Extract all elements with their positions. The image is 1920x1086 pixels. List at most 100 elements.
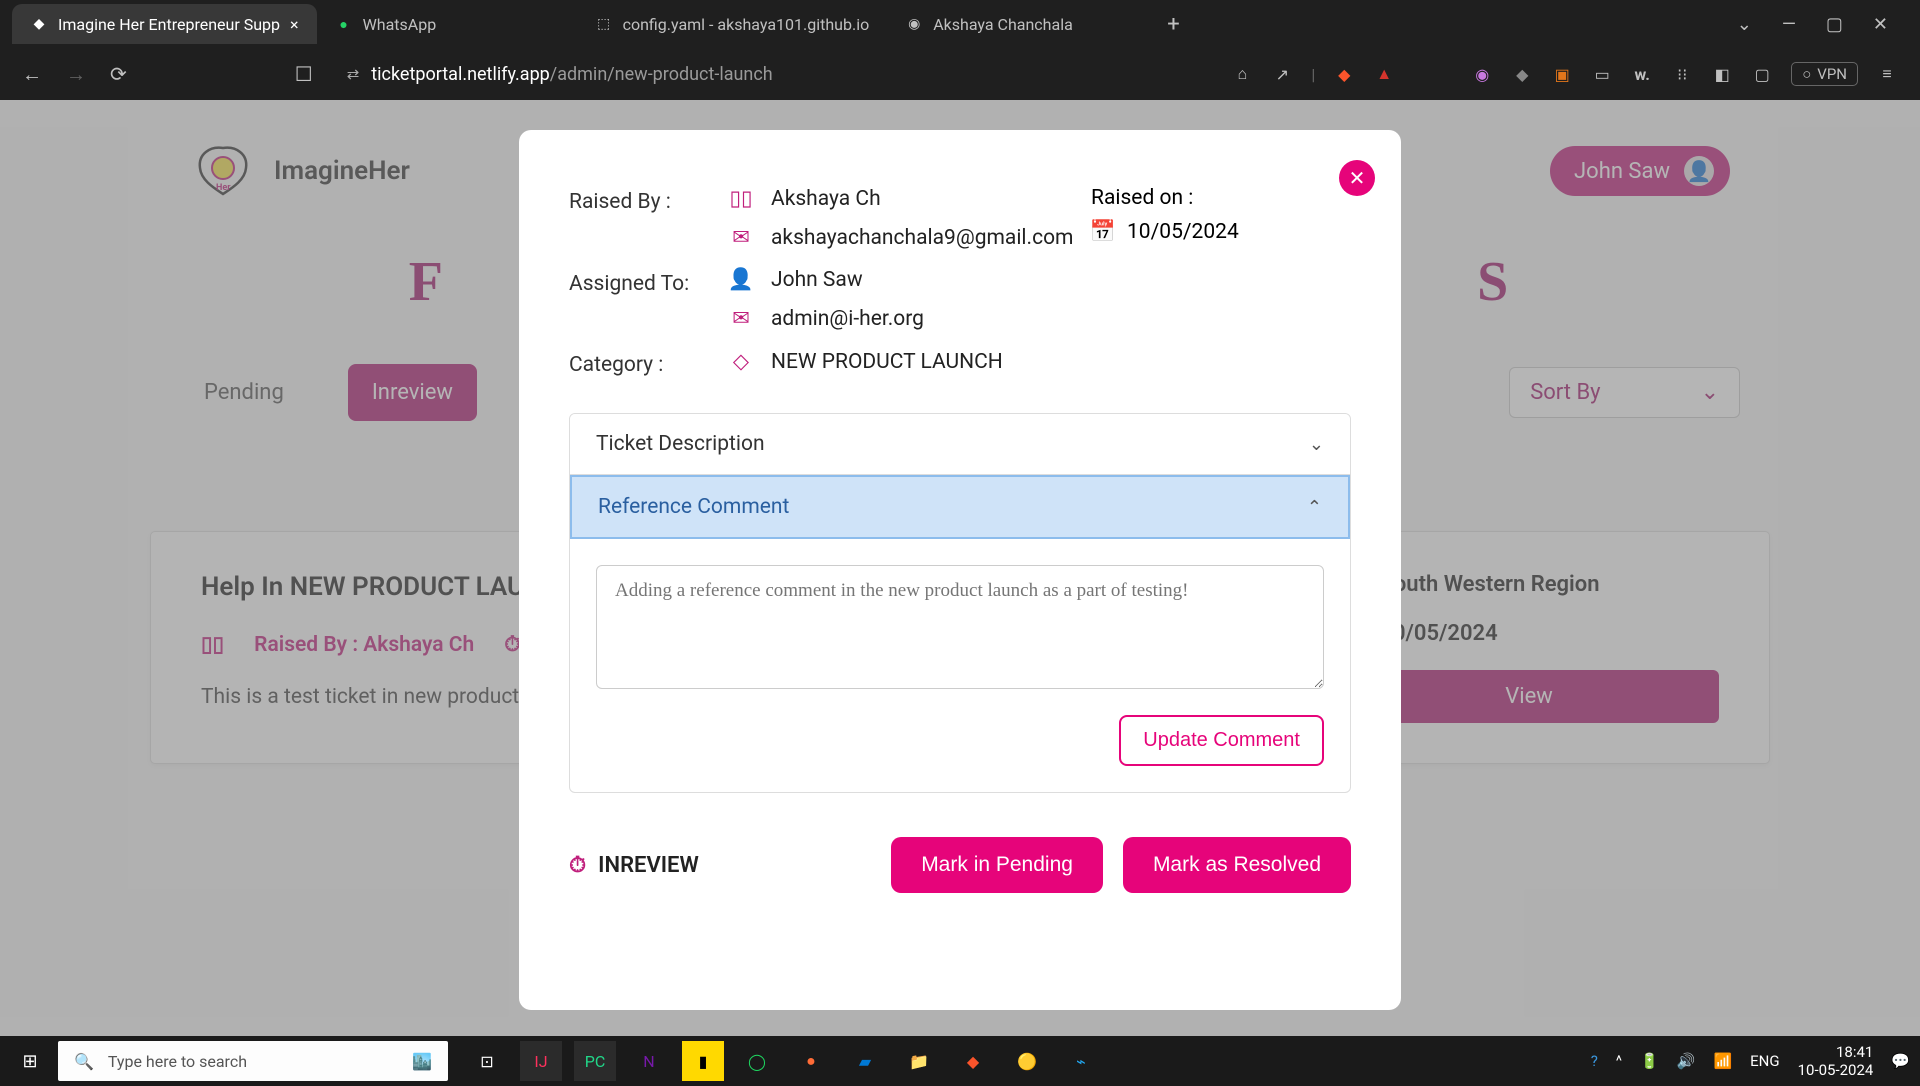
tab-title: Akshaya Chanchala (933, 15, 1073, 34)
reference-comment-input[interactable] (596, 565, 1324, 689)
url-bar[interactable]: ⇄ ticketportal.netlify.app/admin/new-pro… (337, 64, 1208, 85)
close-tab-icon[interactable]: × (290, 15, 299, 34)
search-icon: 🔍 (74, 1052, 94, 1071)
metamask-icon[interactable]: ▣ (1551, 63, 1573, 85)
chevron-down-icon: ⌄ (1309, 434, 1324, 455)
status-text: INREVIEW (598, 853, 699, 878)
browser-tab[interactable]: ⬚ config.yaml - akshaya101.github.io (577, 4, 888, 44)
minimize-icon[interactable]: — (1782, 14, 1796, 35)
tab-bar: ◆ Imagine Her Entrepreneur Supp × ● What… (0, 0, 1920, 48)
url-path: /admin/new-product-launch (550, 64, 773, 85)
explorer-icon[interactable]: 📁 (898, 1041, 940, 1081)
assigned-name: John Saw (771, 268, 863, 292)
task-view-icon[interactable]: ⊡ (466, 1041, 508, 1081)
ext2-icon[interactable]: ◆ (1511, 63, 1533, 85)
raised-by-values: ▯▯Akshaya Ch ✉akshayachanchala9@gmail.co… (729, 186, 1091, 250)
app-blue-icon[interactable]: ▰ (844, 1041, 886, 1081)
share-icon[interactable]: ↗ (1271, 63, 1293, 85)
tray-chevron-icon[interactable]: ^ (1616, 1052, 1622, 1070)
chrome-icon[interactable]: 🟡 (1006, 1041, 1048, 1081)
page-body: Her ImagineHer John Saw 👤 F XXXXXXXXXXXX… (0, 100, 1920, 1036)
accordion-ticket-description[interactable]: Ticket Description ⌄ (570, 414, 1350, 475)
clock-time: 18:41 (1798, 1043, 1874, 1061)
favicon-icon: ◆ (30, 15, 48, 33)
intellij-icon[interactable]: IJ (520, 1041, 562, 1081)
reload-icon[interactable]: ⟳ (110, 62, 127, 86)
forward-icon[interactable]: → (66, 62, 86, 87)
browser-tab[interactable]: ◉ Akshaya Chanchala (887, 4, 1147, 44)
new-tab-button[interactable]: + (1147, 12, 1199, 37)
menu-icon[interactable]: ≡ (1876, 63, 1898, 85)
modal-footer: ⏱ INREVIEW Mark in Pending Mark as Resol… (569, 837, 1351, 893)
envelope-icon: ✉ (729, 306, 753, 331)
sidepanel-icon[interactable]: ◧ (1711, 63, 1733, 85)
update-comment-button[interactable]: Update Comment (1119, 715, 1324, 766)
language-indicator[interactable]: ENG (1750, 1052, 1779, 1070)
clock-date: 10-05-2024 (1798, 1061, 1874, 1079)
windows-search[interactable]: 🔍 Type here to search 🏙️ (58, 1041, 448, 1081)
label-category: Category : (569, 349, 729, 377)
vscode-icon[interactable]: ⌁ (1060, 1041, 1102, 1081)
search-art-icon: 🏙️ (412, 1052, 432, 1071)
close-window-icon[interactable]: ✕ (1873, 14, 1888, 35)
taskbar-apps: ⊡ IJ PC N ▮ ◯ ● ▰ 📁 ◆ 🟡 ⌁ (466, 1041, 1102, 1081)
accordion-label: Reference Comment (598, 495, 789, 519)
windows-taskbar: ⊞ 🔍 Type here to search 🏙️ ⊡ IJ PC N ▮ ◯… (0, 1036, 1920, 1086)
label-raised-by: Raised By : (569, 186, 729, 214)
modal-overlay[interactable]: ✕ Raised By : ▯▯Akshaya Ch ✉akshayachanc… (0, 100, 1920, 1036)
label-raised-on: Raised on : (1091, 186, 1351, 210)
volume-icon[interactable]: 🔊 (1677, 1052, 1696, 1070)
clock[interactable]: 18:41 10-05-2024 (1798, 1043, 1874, 1079)
onenote-icon[interactable]: N (628, 1041, 670, 1081)
maximize-icon[interactable]: ▢ (1826, 14, 1843, 35)
help-icon[interactable]: ? (1591, 1052, 1598, 1070)
close-modal-button[interactable]: ✕ (1339, 160, 1375, 196)
stopwatch-icon: ⏱ (569, 853, 586, 878)
modal-accordion: Ticket Description ⌄ Reference Comment ⌃… (569, 413, 1351, 793)
postman-icon[interactable]: ● (790, 1041, 832, 1081)
shield-icon[interactable]: ▲ (1373, 63, 1395, 85)
desktop-icon[interactable]: ⌂ (1231, 63, 1253, 85)
lock-icon: ⇄ (347, 65, 360, 83)
window-controls: ⌄ — ▢ ✕ (1737, 14, 1908, 35)
ext5-icon[interactable]: w. (1631, 63, 1653, 85)
brave-icon[interactable]: ◆ (1333, 63, 1355, 85)
raised-on-date: 10/05/2024 (1127, 220, 1239, 244)
chevron-up-icon: ⌃ (1307, 497, 1322, 518)
back-icon[interactable]: ← (22, 62, 42, 87)
notifications-icon[interactable]: 💬 (1891, 1052, 1910, 1070)
calendar-icon: 📅 (1091, 220, 1115, 244)
id-card-icon: ▯▯ (729, 186, 753, 211)
tab-title: config.yaml - akshaya101.github.io (623, 15, 870, 34)
system-tray: ? ^ 🔋 🔊 📶 ENG 18:41 10-05-2024 💬 (1591, 1043, 1910, 1079)
search-placeholder: Type here to search (108, 1052, 247, 1071)
vpn-badge[interactable]: ○ VPN (1791, 62, 1858, 86)
app-green-icon[interactable]: ◯ (736, 1041, 778, 1081)
mark-resolved-button[interactable]: Mark as Resolved (1123, 837, 1351, 893)
nav-bar: ← → ⟳ ☐ ⇄ ticketportal.netlify.app/admin… (0, 48, 1920, 100)
pycharm-icon[interactable]: PC (574, 1041, 616, 1081)
browser-tab[interactable]: ● WhatsApp (317, 4, 577, 44)
wifi-icon[interactable]: 📶 (1713, 1052, 1732, 1070)
person-icon: 👤 (729, 268, 753, 292)
ext1-icon[interactable]: ◉ (1471, 63, 1493, 85)
wallet-icon[interactable]: ▢ (1751, 63, 1773, 85)
bookmark-icon[interactable]: ☐ (295, 62, 313, 86)
extensions-icon[interactable]: ⁝⁝ (1671, 63, 1693, 85)
accordion-reference-comment[interactable]: Reference Comment ⌃ (570, 475, 1350, 539)
app-yellow-icon[interactable]: ▮ (682, 1041, 724, 1081)
battery-icon[interactable]: 🔋 (1640, 1052, 1659, 1070)
ext4-icon[interactable]: ▭ (1591, 63, 1613, 85)
mark-pending-button[interactable]: Mark in Pending (891, 837, 1103, 893)
accordion-label: Ticket Description (596, 432, 765, 456)
browser-chrome: ◆ Imagine Her Entrepreneur Supp × ● What… (0, 0, 1920, 100)
tab-title: Imagine Her Entrepreneur Supp (58, 15, 280, 34)
brave-taskbar-icon[interactable]: ◆ (952, 1041, 994, 1081)
start-button[interactable]: ⊞ (10, 1051, 50, 1072)
browser-tab-active[interactable]: ◆ Imagine Her Entrepreneur Supp × (12, 4, 317, 44)
whatsapp-icon: ● (335, 15, 353, 33)
assigned-values: 👤John Saw ✉admin@i-her.org (729, 268, 1091, 331)
raised-on-block: Raised on : 📅 10/05/2024 (1091, 186, 1351, 244)
modal-info: Raised By : ▯▯Akshaya Ch ✉akshayachancha… (569, 186, 1351, 377)
dropdown-icon[interactable]: ⌄ (1737, 14, 1752, 35)
